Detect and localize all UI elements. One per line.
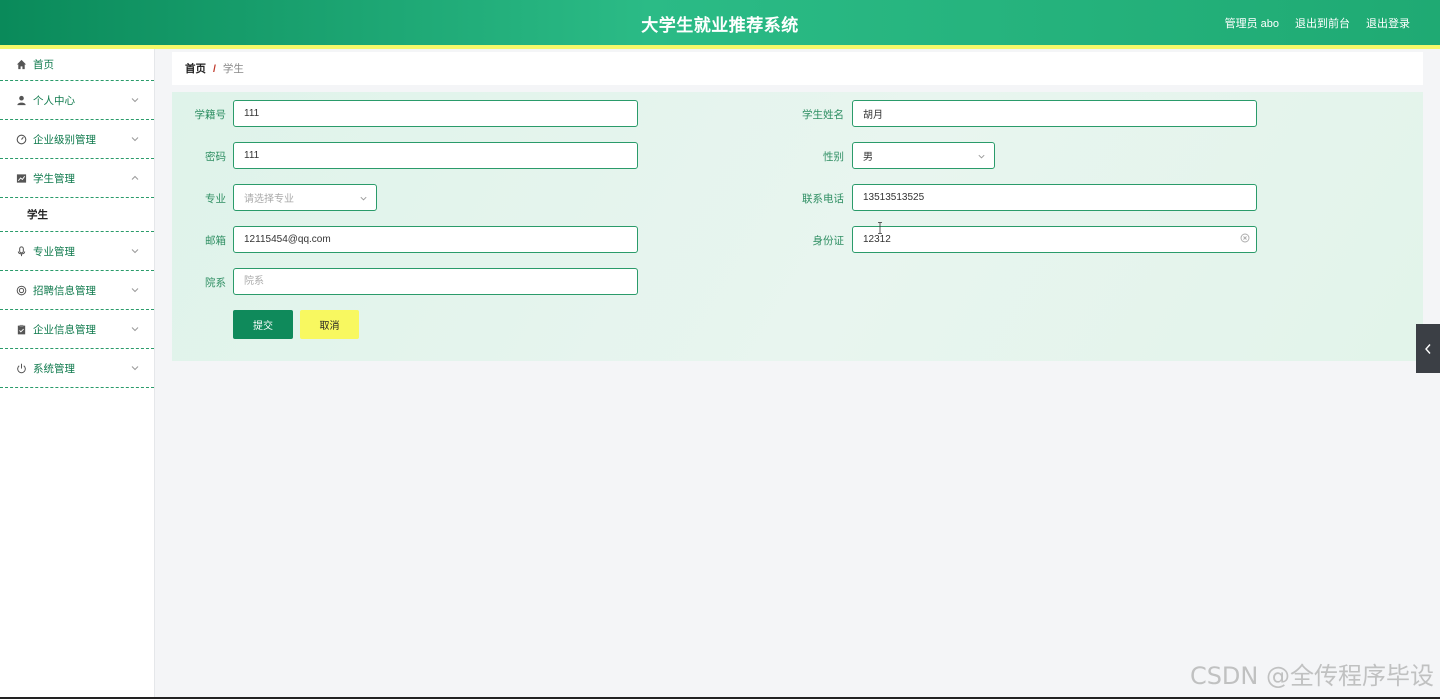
text-cursor-icon [878,222,882,234]
sidebar-item-home[interactable]: 首页 [0,49,154,81]
department-input[interactable] [233,268,638,295]
clipboard-icon [16,324,27,335]
logout-link[interactable]: 退出登录 [1366,15,1410,31]
header-accent-stripe [0,45,1440,49]
major-label: 专业 [205,193,226,205]
password-label: 密码 [205,151,226,163]
admin-user-label: 管理员 abo [1224,18,1279,30]
chevron-up-icon [131,175,139,180]
id-card-label: 身份证 [812,235,845,247]
breadcrumb-separator: / [213,62,216,75]
breadcrumb-current: 学生 [222,63,244,75]
sidebar-item-label: 招聘信息管理 [33,284,96,297]
chevron-down-icon [131,249,139,254]
student-name-input[interactable] [852,100,1257,127]
sidebar-item-label: 学生管理 [33,172,75,185]
password-input[interactable] [233,142,638,169]
sidebar-item-system-management[interactable]: 系统管理 [0,349,154,388]
sidebar-subitem-student[interactable]: 学生 [0,198,154,232]
gender-select-value: 男 [863,152,873,163]
student-no-label: 学籍号 [194,109,227,121]
gender-label: 性别 [823,151,844,163]
phone-input[interactable] [852,184,1257,211]
sidebar-item-student-management[interactable]: 学生管理 [0,159,154,198]
sidebar-item-major-management[interactable]: 专业管理 [0,232,154,271]
sidebar-item-label: 系统管理 [33,362,75,375]
chevron-down-icon [360,196,367,201]
student-form-panel: 学籍号 学生姓名 密码 性别 男 专业 请选择专业 联系电话 邮箱 身份证 院系… [172,92,1423,361]
gender-select[interactable]: 男 [852,142,995,169]
chart-icon [16,173,27,184]
sidebar-item-company-level[interactable]: 企业级别管理 [0,120,154,159]
chevron-down-icon [131,327,139,332]
target-icon [16,285,27,296]
watermark: CSDN @全传程序毕设 [1189,662,1434,690]
email-input[interactable] [233,226,638,253]
chevron-down-icon [131,98,139,103]
id-card-input[interactable] [852,226,1257,253]
sidebar-item-label: 企业级别管理 [33,133,96,146]
chevron-down-icon [131,288,139,293]
breadcrumb: 首页 / 学生 [172,52,1423,85]
chevron-down-icon [978,154,985,159]
submit-button[interactable]: 提交 [233,310,293,339]
power-icon [16,363,27,374]
exit-to-front-link[interactable]: 退出到前台 [1295,15,1350,31]
sidebar-item-label: 专业管理 [33,245,75,258]
sidebar-item-personal-center[interactable]: 个人中心 [0,81,154,120]
chevron-down-icon [131,137,139,142]
top-header: 大学生就业推荐系统 管理员 abo 退出到前台 退出登录 [0,0,1440,45]
header-actions: 管理员 abo 退出到前台 退出登录 [1225,15,1410,31]
major-select[interactable]: 请选择专业 [233,184,377,211]
sidebar-item-recruitment-management[interactable]: 招聘信息管理 [0,271,154,310]
breadcrumb-home[interactable]: 首页 [185,61,206,76]
email-label: 邮箱 [205,235,226,247]
student-name-label: 学生姓名 [802,109,844,121]
clear-icon[interactable] [1240,233,1250,243]
phone-label: 联系电话 [802,193,844,205]
microphone-icon [16,245,27,257]
student-no-input[interactable] [233,100,638,127]
major-select-placeholder: 请选择专业 [244,194,294,205]
sidebar: 首页 个人中心 企业级别管理 学生管理 学生 专业管理 招聘信息管理 企业信息管… [0,49,155,699]
department-label: 院系 [205,277,226,289]
sidebar-item-label: 个人中心 [33,94,75,107]
gauge-icon [16,134,27,145]
chevron-down-icon [131,366,139,371]
sidebar-item-company-info-management[interactable]: 企业信息管理 [0,310,154,349]
sidebar-item-label: 企业信息管理 [33,323,96,336]
sidebar-item-label: 首页 [33,59,54,71]
cancel-button[interactable]: 取消 [300,310,359,339]
user-icon [16,95,27,106]
chevron-left-icon [1425,343,1431,354]
panel-collapse-toggle[interactable] [1416,324,1440,373]
home-icon [16,59,27,70]
